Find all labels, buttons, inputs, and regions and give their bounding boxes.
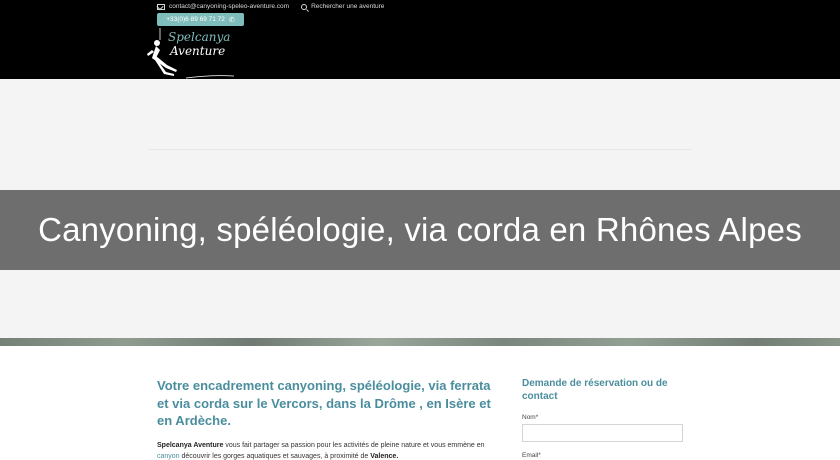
intro-paragraph: Spelcanya Aventure vous fait partager sa…: [157, 440, 502, 460]
canyon-link[interactable]: canyon: [157, 453, 180, 460]
main-heading: Votre encadrement canyoning, spéléologie…: [157, 378, 491, 428]
site-logo[interactable]: Spelcanya Aventure: [146, 28, 236, 82]
page-title: Canyoning, spéléologie, via corda en Rhô…: [38, 211, 802, 248]
contact-line: contact@canyoning-speleo-aventure.com Re…: [157, 3, 384, 10]
intro-text-1: vous fait partager sa passion pour les a…: [223, 442, 485, 449]
phone-number: +33(0)6 89 69 71 72: [166, 16, 225, 23]
mail-icon: [157, 3, 165, 10]
booking-title: Demande de réservation ou de contact: [522, 378, 668, 402]
navigation-area: [0, 79, 840, 190]
intro-brand: Spelcanya Aventure: [157, 442, 224, 449]
hero-background: [0, 270, 840, 338]
intro-text-2: découvrir les gorges aquatiques et sauva…: [179, 453, 371, 460]
email-label: Email*: [522, 452, 541, 459]
hero-image-strip: [0, 338, 840, 346]
phone-button[interactable]: +33(0)6 89 69 71 72 ✆: [157, 13, 244, 26]
name-input[interactable]: [522, 424, 683, 442]
site-header: contact@canyoning-speleo-aventure.com Re…: [0, 0, 840, 79]
name-label: Nom*: [522, 414, 539, 421]
search-icon[interactable]: [301, 3, 308, 10]
logo-text-primary: Spelcanya: [168, 30, 231, 44]
phone-icon: ✆: [228, 16, 235, 24]
intro-city: Valence.: [370, 453, 399, 460]
contact-email-link[interactable]: contact@canyoning-speleo-aventure.com: [169, 3, 289, 10]
page-title-band: Canyoning, spéléologie, via corda en Rhô…: [0, 190, 840, 270]
nav-divider: [148, 149, 692, 150]
search-link[interactable]: Rechercher une aventure: [311, 3, 384, 10]
logo-text-secondary: Aventure: [170, 44, 226, 58]
